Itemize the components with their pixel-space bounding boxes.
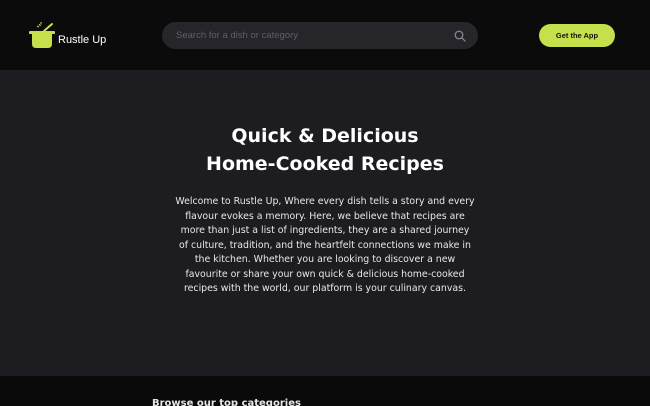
- brand-name: Rustle Up: [58, 34, 107, 46]
- site-header: Rustle Up Get the App: [0, 0, 650, 70]
- brand-logo[interactable]: Rustle Up: [28, 20, 106, 50]
- hero-title: Quick & Delicious Home-Cooked Recipes: [0, 122, 650, 178]
- categories-section: Browse our top categories: [0, 376, 650, 406]
- hero-section: Quick & Delicious Home-Cooked Recipes We…: [0, 70, 650, 376]
- cooking-pot-icon: [28, 21, 56, 49]
- search-input[interactable]: [176, 30, 454, 41]
- search-icon[interactable]: [454, 30, 466, 42]
- hero-description: Welcome to Rustle Up, Where every dish t…: [175, 196, 475, 294]
- categories-heading: Browse our top categories: [152, 398, 301, 406]
- hero-title-line-1: Quick & Delicious: [231, 125, 419, 147]
- get-app-button[interactable]: Get the App: [539, 24, 615, 47]
- hero-title-line-2: Home-Cooked Recipes: [206, 153, 444, 175]
- search-bar[interactable]: [162, 22, 478, 49]
